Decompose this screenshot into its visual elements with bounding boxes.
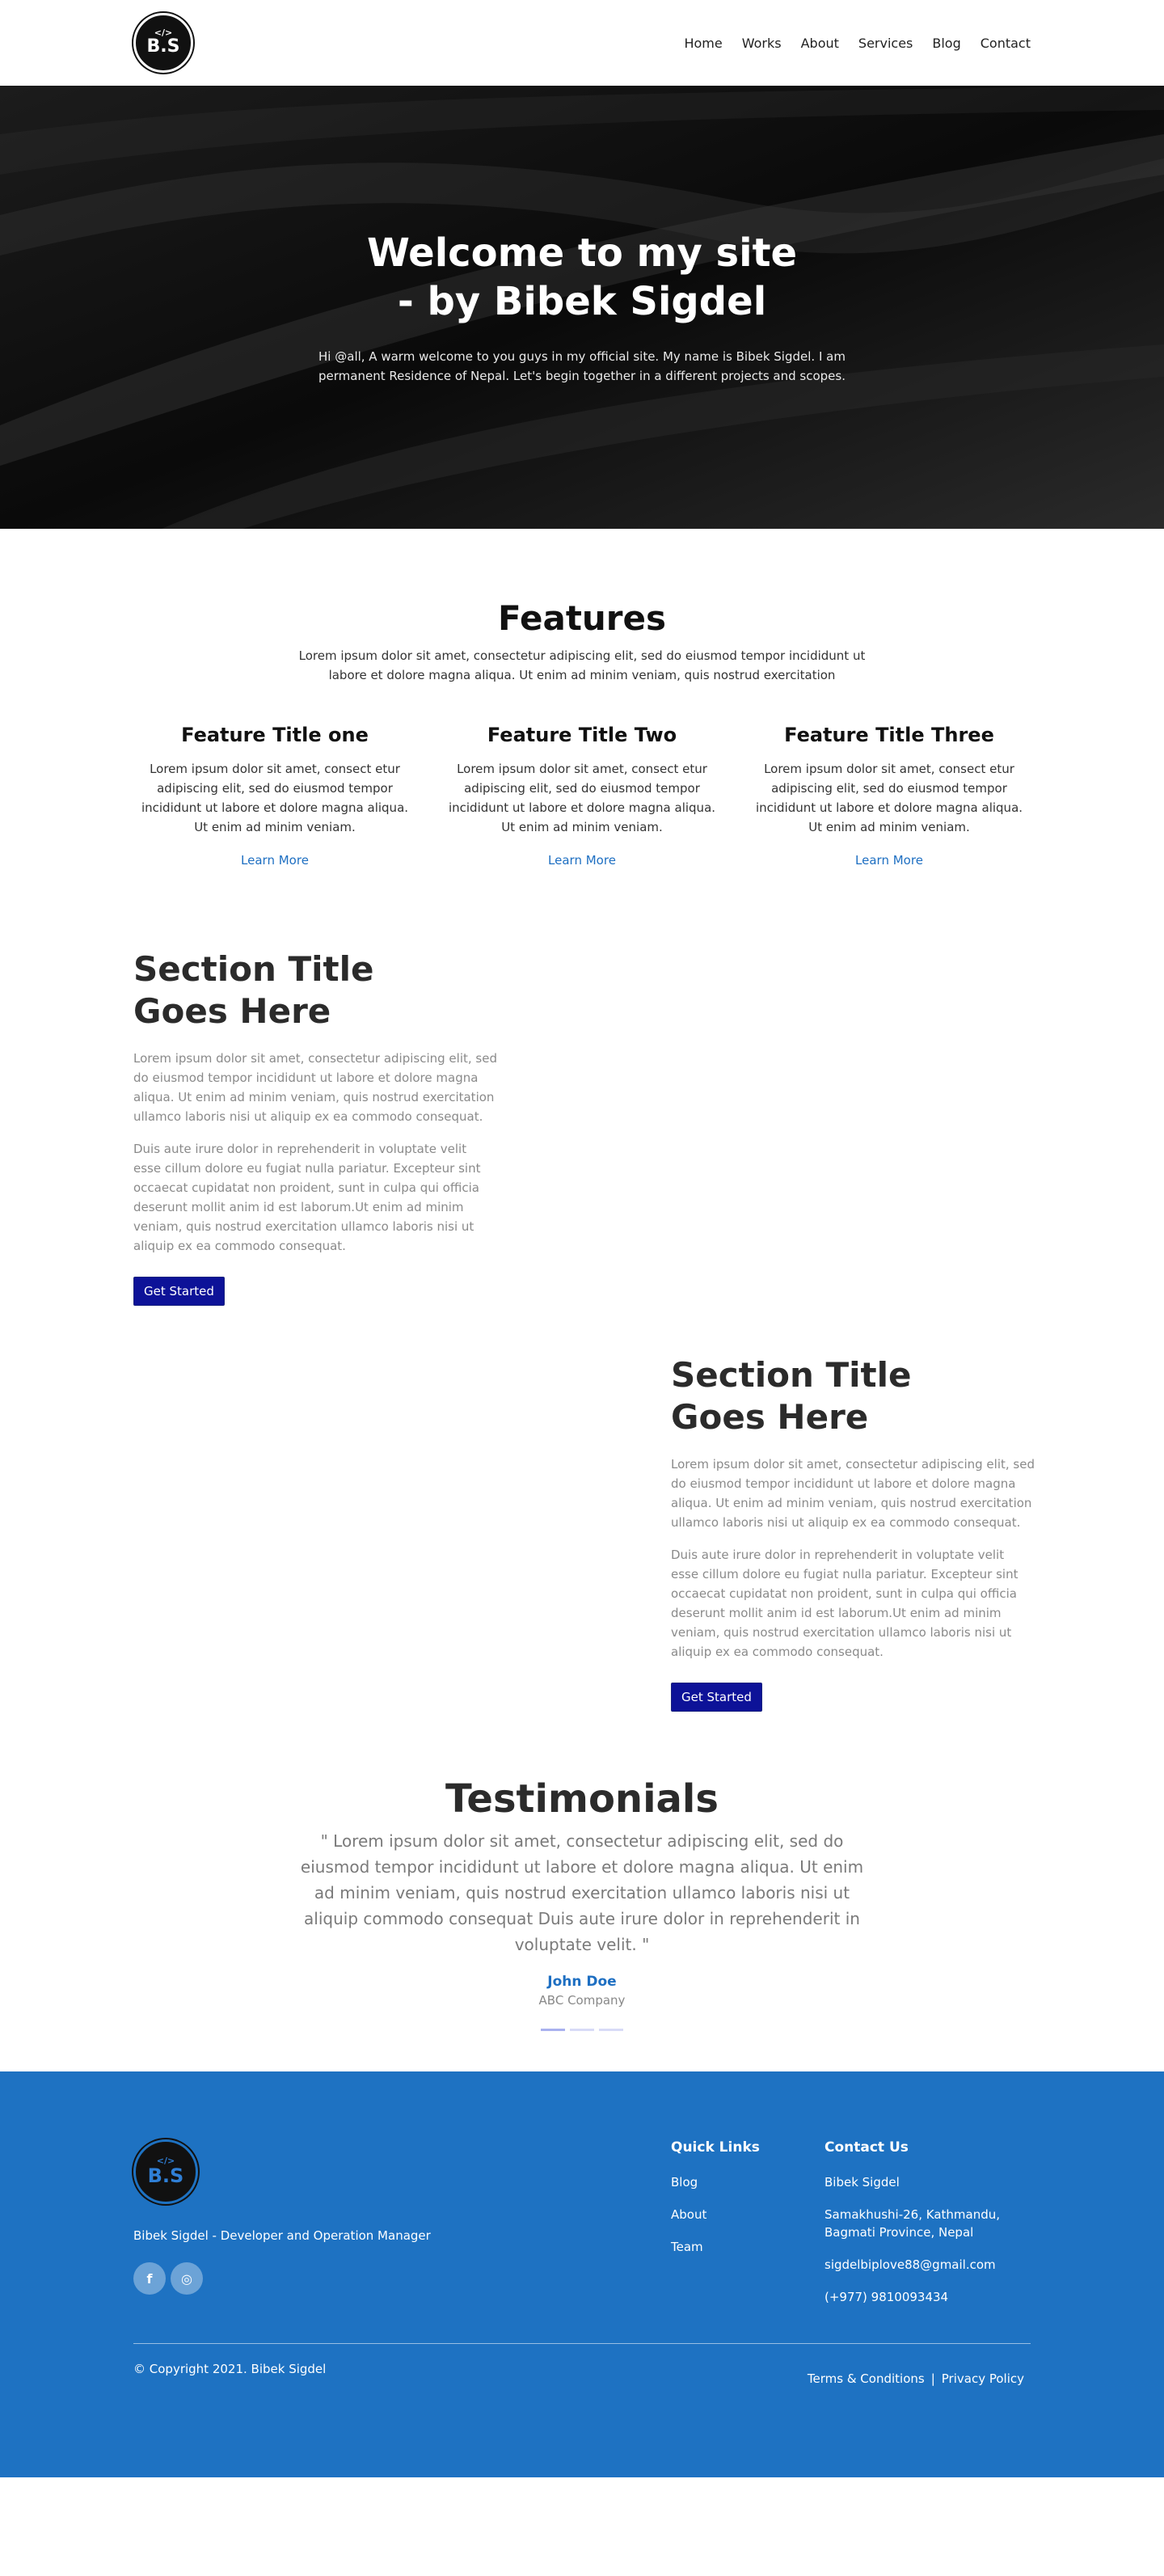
site-logo[interactable]: </> B.S xyxy=(133,13,193,73)
carousel-dot[interactable] xyxy=(541,2029,565,2031)
hero-title: Welcome to my site - by Bibek Sigdel xyxy=(367,229,797,326)
carousel-dot[interactable] xyxy=(570,2029,594,2031)
feature-card: Feature Title Three Lorem ipsum dolor si… xyxy=(748,724,1031,868)
section-title-line1: Section Title xyxy=(671,1355,912,1395)
footer-top: </> B.S Bibek Sigdel - Developer and Ope… xyxy=(133,2139,1031,2321)
section-paragraph: Duis aute irure dolor in reprehenderit i… xyxy=(671,1548,1018,1659)
feature-title: Feature Title Two xyxy=(487,724,677,746)
section-title-line2: Goes Here xyxy=(133,991,331,1031)
nav-works[interactable]: Works xyxy=(742,36,782,51)
feature-text: Lorem ipsum dolor sit amet, consect etur… xyxy=(755,762,1023,834)
feature-card: Feature Title one Lorem ipsum dolor sit … xyxy=(133,724,416,868)
hero-text: Hi @all, A warm welcome to you guys in m… xyxy=(318,349,846,383)
contact-phone[interactable]: (+977) 9810093434 xyxy=(824,2288,1031,2306)
logo-text: B.S xyxy=(146,36,180,57)
feature-learn-more-link[interactable]: Learn More xyxy=(241,853,309,868)
feature-learn-more-link[interactable]: Learn More xyxy=(855,853,923,868)
footer-logo[interactable]: </> B.S xyxy=(133,2139,198,2204)
legal-separator: | xyxy=(930,2371,935,2386)
nav-services[interactable]: Services xyxy=(858,36,913,51)
footer-link-blog[interactable]: Blog xyxy=(671,2173,768,2191)
features-section: Features Lorem ipsum dolor sit amet, con… xyxy=(0,529,1164,916)
feature-text: Lorem ipsum dolor sit amet, consect etur… xyxy=(141,762,409,834)
section-title: Section Title Goes Here xyxy=(671,1354,1035,1438)
section-paragraph: Lorem ipsum dolor sit amet, consectetur … xyxy=(671,1457,1035,1530)
instagram-icon[interactable]: ◎ xyxy=(171,2262,203,2295)
carousel-dot[interactable] xyxy=(599,2029,623,2031)
feature-learn-more-link[interactable]: Learn More xyxy=(548,853,616,868)
carousel-indicators xyxy=(0,2029,1164,2031)
testimonial-author: John Doe xyxy=(547,1974,617,1990)
hero-banner: Welcome to my site - by Bibek Sigdel Hi … xyxy=(0,86,1164,529)
section-block-left: Section Title Goes Here Lorem ipsum dolo… xyxy=(133,948,497,1306)
contact-title: Contact Us xyxy=(824,2139,909,2156)
site-header: </> B.S Home Works About Services Blog C… xyxy=(0,0,1164,86)
feature-text: Lorem ipsum dolor sit amet, consect etur… xyxy=(448,762,716,834)
footer-brand: </> B.S Bibek Sigdel - Developer and Ope… xyxy=(133,2139,538,2321)
get-started-button[interactable]: Get Started xyxy=(671,1683,762,1712)
feature-card: Feature Title Two Lorem ipsum dolor sit … xyxy=(441,724,723,868)
testimonial-company: ABC Company xyxy=(538,1993,626,2008)
feature-title: Feature Title Three xyxy=(784,724,994,746)
facebook-icon[interactable]: f xyxy=(133,2262,166,2295)
footer-columns: Quick Links Blog About Team Contact Us B… xyxy=(671,2139,1031,2321)
features-title: Features xyxy=(498,598,666,638)
contact-address: Samakhushi-26, Kathmandu, Bagmati Provin… xyxy=(824,2207,1001,2240)
logo-text: B.S xyxy=(147,2164,184,2188)
section-title-line1: Section Title xyxy=(133,949,374,989)
quick-links-title: Quick Links xyxy=(671,2139,760,2156)
hero-title-line2: - by Bibek Sigdel xyxy=(397,279,767,324)
main-nav: Home Works About Services Blog Contact xyxy=(684,36,1031,51)
terms-link[interactable]: Terms & Conditions xyxy=(808,2371,925,2386)
section-block-right: Section Title Goes Here Lorem ipsum dolo… xyxy=(671,1354,1035,1712)
site-footer: </> B.S Bibek Sigdel - Developer and Ope… xyxy=(0,2071,1164,2477)
section-paragraph: Duis aute irure dolor in reprehenderit i… xyxy=(133,1142,481,1253)
hero-title-line1: Welcome to my site xyxy=(366,230,798,276)
testimonials-title: Testimonials xyxy=(445,1776,719,1822)
nav-home[interactable]: Home xyxy=(684,36,722,51)
contact-column: Contact Us Bibek Sigdel Samakhushi-26, K… xyxy=(824,2139,1031,2321)
testimonial-quote: " Lorem ipsum dolor sit amet, consectetu… xyxy=(300,1831,864,1954)
nav-about[interactable]: About xyxy=(801,36,839,51)
testimonials-section: Testimonials " Lorem ipsum dolor sit ame… xyxy=(0,1728,1164,2071)
contact-email[interactable]: sigdelbiplove88@gmail.com xyxy=(824,2256,1031,2274)
footer-bottom: © Copyright 2021. Bibek Sigdel Terms & C… xyxy=(133,2343,1031,2386)
features-grid: Feature Title one Lorem ipsum dolor sit … xyxy=(133,724,1031,868)
get-started-button[interactable]: Get Started xyxy=(133,1277,225,1306)
footer-link-team[interactable]: Team xyxy=(671,2238,768,2256)
legal-links: Terms & Conditions | Privacy Policy xyxy=(808,2371,1024,2386)
features-subtitle: Lorem ipsum dolor sit amet, consectetur … xyxy=(298,648,866,682)
footer-link-about[interactable]: About xyxy=(671,2206,768,2223)
copyright-text: © Copyright 2021. Bibek Sigdel xyxy=(133,2362,327,2376)
section-paragraph: Lorem ipsum dolor sit amet, consectetur … xyxy=(133,1051,497,1124)
section-title-line2: Goes Here xyxy=(671,1397,869,1437)
section-title: Section Title Goes Here xyxy=(133,948,497,1033)
footer-tagline: Bibek Sigdel - Developer and Operation M… xyxy=(133,2228,431,2243)
social-links: f ◎ xyxy=(133,2262,538,2295)
feature-title: Feature Title one xyxy=(181,724,369,746)
nav-blog[interactable]: Blog xyxy=(932,36,960,51)
contact-name: Bibek Sigdel xyxy=(824,2175,900,2190)
privacy-link[interactable]: Privacy Policy xyxy=(942,2371,1024,2386)
nav-contact[interactable]: Contact xyxy=(981,36,1031,51)
quick-links-column: Quick Links Blog About Team xyxy=(671,2139,768,2321)
content-sections: Section Title Goes Here Lorem ipsum dolo… xyxy=(0,916,1164,1728)
